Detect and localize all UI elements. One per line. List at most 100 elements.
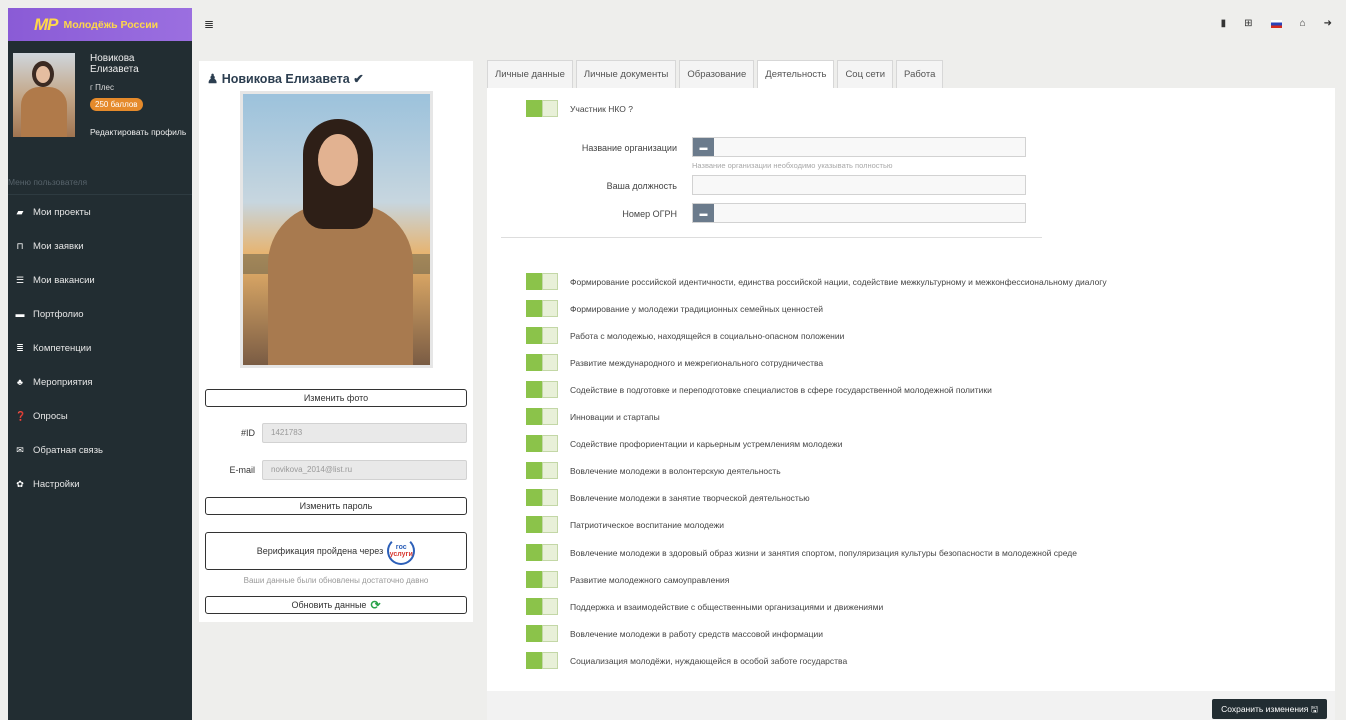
menu-toggle-icon[interactable]: ≣: [204, 17, 214, 31]
sidebar-item[interactable]: ♣ Мероприятия: [8, 365, 192, 399]
activity-toggle[interactable]: [526, 489, 558, 507]
org-name-label: Название организации: [581, 143, 677, 153]
home-icon[interactable]: ⌂: [1300, 18, 1306, 29]
activity-toggle[interactable]: [526, 543, 558, 561]
tab[interactable]: Личные данные: [487, 60, 573, 88]
activity-toggle[interactable]: [526, 624, 558, 642]
activity-toggle[interactable]: [526, 435, 558, 453]
save-icon: 🖫: [1310, 704, 1318, 714]
activity-toggle[interactable]: [526, 327, 558, 345]
activity-label: Содействие в подготовке и переподготовке…: [570, 385, 992, 396]
id-label: #ID: [240, 428, 255, 438]
sidebar-item[interactable]: ✿ Настройки: [8, 467, 192, 501]
ogrn-input[interactable]: ▬: [692, 203, 1026, 223]
profile-card: ♟ Новикова Елизавета ✔ Изменить фото #ID…: [199, 61, 473, 622]
ogrn-label: Номер ОГРН: [622, 209, 677, 219]
sidebar-item-label: Мероприятия: [33, 376, 93, 388]
tab[interactable]: Работа: [896, 60, 944, 88]
table-icon: ≣: [16, 342, 24, 353]
verification-box: Верификация пройдена через гос услуги: [205, 532, 467, 570]
gosuslugi-logo: гос услуги: [387, 537, 416, 565]
sidebar-item-label: Мои вакансии: [33, 274, 95, 286]
activity-toggle[interactable]: [526, 651, 558, 669]
briefcase-icon: ▬: [693, 204, 714, 222]
profile-photo: [240, 91, 433, 368]
position-label: Ваша должность: [606, 181, 677, 191]
user-name: Новикова Елизавета: [90, 53, 139, 75]
book-icon[interactable]: ▮: [1221, 18, 1227, 29]
activity-label: Социализация молодёжи, нуждающейся в осо…: [570, 655, 848, 666]
sitemap-icon: ♣: [17, 377, 23, 387]
email-field: novikova_2014@list.ru: [262, 460, 467, 480]
sidebar-item[interactable]: ☰ Мои вакансии: [8, 263, 192, 297]
activity-label: Патриотическое воспитание молодежи: [570, 520, 725, 531]
activity-toggle[interactable]: [526, 570, 558, 588]
bookmark-icon: ⊓: [16, 240, 24, 251]
activity-toggle[interactable]: [526, 300, 558, 318]
sidebar-item-label: Обратная связь: [33, 444, 103, 456]
envelope-icon: ✉: [16, 444, 24, 455]
activity-label: Содействие профориентации и карьерным ус…: [570, 439, 843, 450]
sidebar-menu: ▰ Мои проекты ⊓ Мои заявки ☰ Мои вакансии ▬ Пор…: [8, 195, 192, 501]
id-field: 1421783: [262, 423, 467, 443]
nko-label: Участник НКО ?: [570, 104, 633, 114]
position-input[interactable]: [692, 175, 1026, 195]
org-name-input[interactable]: ▬: [692, 137, 1026, 157]
activity-label: Вовлечение молодежи в занятие творческой…: [570, 493, 810, 504]
avatar: [13, 53, 75, 137]
activity-label: Формирование российской идентичности, ед…: [570, 277, 1107, 287]
update-data-button[interactable]: Обновить данные ⟳: [205, 596, 467, 614]
user-city: г Плес: [90, 83, 115, 92]
grid-icon[interactable]: ⊞: [1244, 18, 1252, 29]
gear-icon: ✿: [16, 478, 24, 489]
folder-icon: ▬: [15, 309, 25, 319]
verification-text: Верификация пройдена через: [256, 546, 384, 556]
activity-toggle[interactable]: [526, 408, 558, 426]
nko-toggle[interactable]: [526, 100, 558, 117]
tab[interactable]: Личные документы: [575, 60, 677, 88]
activity-label: Работа с молодежью, находящейся в социал…: [570, 331, 845, 342]
sidebar-item-label: Мои заявки: [33, 240, 84, 252]
top-bar: ≣ ▮ ⊞ ⌂ ➜: [192, 8, 1346, 41]
activity-label: Инновации и стартапы: [570, 412, 660, 423]
activity-toggle[interactable]: [526, 597, 558, 615]
profile-title: ♟ Новикова Елизавета ✔: [207, 72, 364, 86]
activity-toggle[interactable]: [526, 273, 558, 290]
brand-name: Молодёжь России: [63, 18, 159, 31]
top-icons: ▮ ⊞ ⌂ ➜: [1221, 18, 1332, 29]
activity-toggle[interactable]: [526, 354, 558, 372]
sidebar-item-label: Опросы: [33, 410, 68, 422]
activity-toggle[interactable]: [526, 462, 558, 480]
menu-title: Меню пользователя: [8, 177, 88, 187]
brand-mark: MP: [34, 14, 58, 34]
activity-toggle[interactable]: [526, 381, 558, 399]
sidebar: MP Молодёжь России Новикова Елизавета г П…: [8, 8, 192, 720]
tab[interactable]: Соц сети: [837, 60, 894, 88]
id-row: #ID 1421783: [205, 423, 467, 443]
refresh-icon: ⟳: [370, 598, 381, 612]
edit-profile-link[interactable]: Редактировать профиль: [90, 127, 186, 137]
sidebar-item[interactable]: ⊓ Мои заявки: [8, 229, 192, 263]
russian-flag-icon[interactable]: [1270, 19, 1282, 28]
sidebar-item[interactable]: ✉ Обратная связь: [8, 433, 192, 467]
sidebar-item[interactable]: ▬ Портфолио: [8, 297, 192, 331]
activity-label: Формирование у молодежи традиционных сем…: [570, 304, 823, 315]
sidebar-item-label: Портфолио: [33, 308, 84, 320]
brand-logo[interactable]: MP Молодёжь России: [8, 8, 192, 41]
sidebar-item-label: Компетенции: [33, 342, 92, 354]
update-note: Ваши данные были обновлены достаточно да…: [243, 576, 429, 585]
save-button[interactable]: Сохранить изменения 🖫: [1212, 699, 1327, 719]
activity-label: Развитие молодежного самоуправления: [570, 574, 730, 585]
sidebar-item[interactable]: ❓ Опросы: [8, 399, 192, 433]
activity-label: Вовлечение молодежи в волонтерскую деяте…: [570, 466, 781, 477]
sidebar-item[interactable]: ▰ Мои проекты: [8, 195, 192, 229]
change-photo-button[interactable]: Изменить фото: [205, 389, 467, 407]
logout-icon[interactable]: ➜: [1324, 18, 1332, 29]
sidebar-item-label: Настройки: [33, 478, 80, 490]
sidebar-item[interactable]: ≣ Компетенции: [8, 331, 192, 365]
tab[interactable]: Деятельность: [757, 60, 835, 89]
activity-toggle[interactable]: [526, 516, 558, 534]
tab[interactable]: Образование: [679, 60, 755, 88]
change-password-button[interactable]: Изменить пароль: [205, 497, 467, 515]
activity-panel: Участник НКО ? Название организации ▬ На…: [487, 88, 1335, 691]
